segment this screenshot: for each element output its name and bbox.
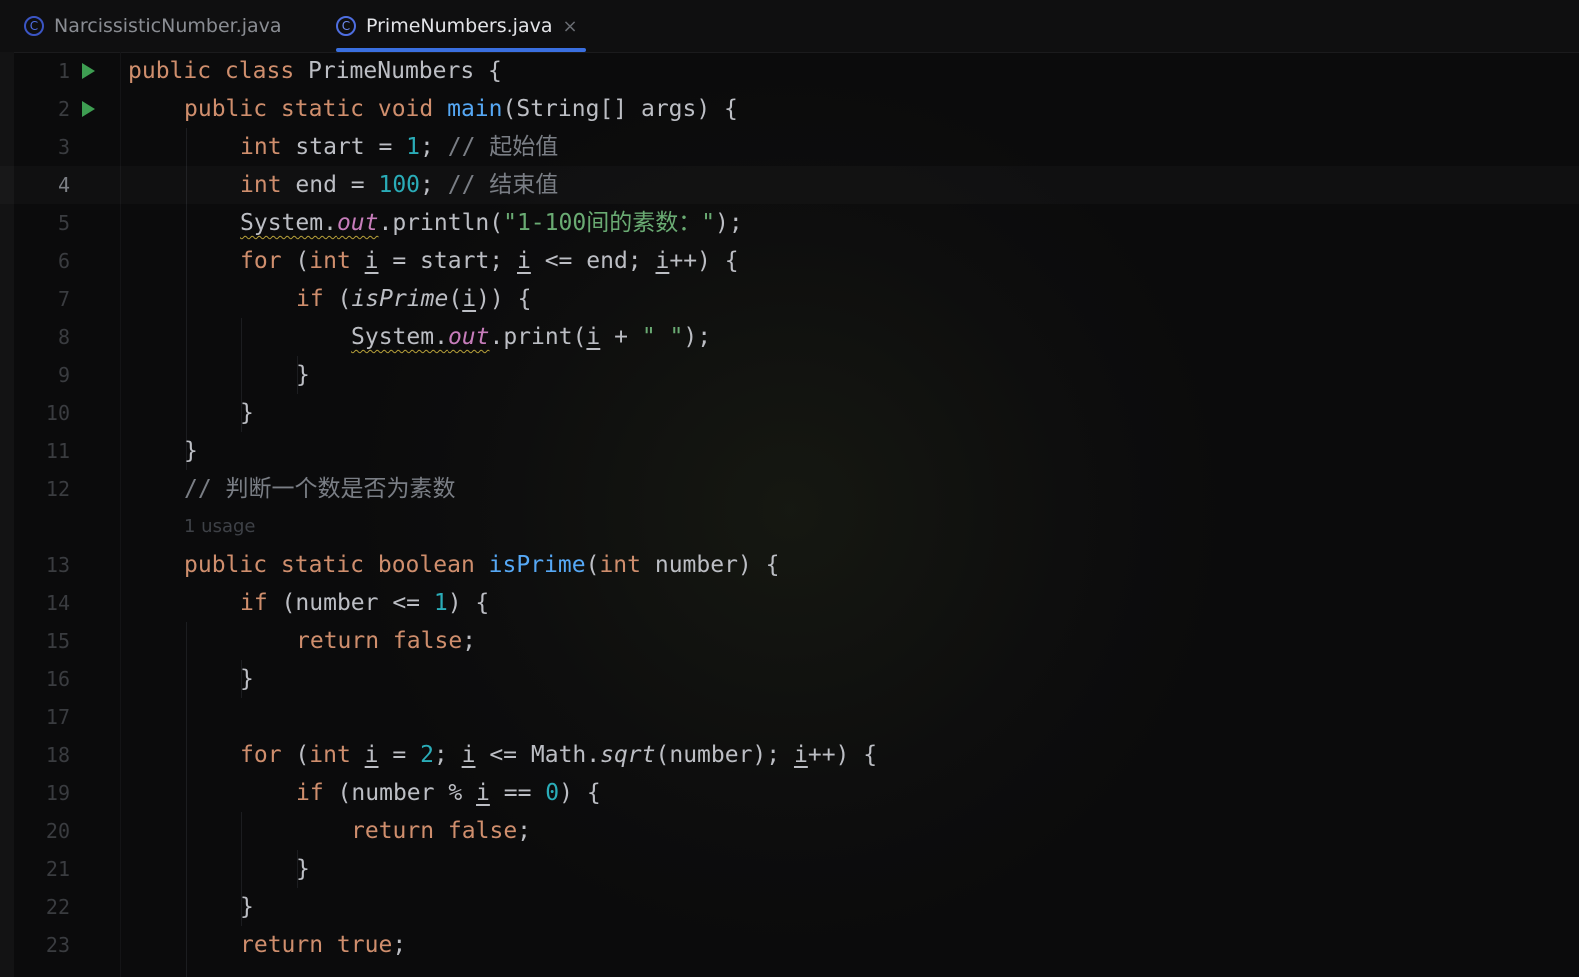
code-line: 14 if (number <= 1) {: [0, 584, 1579, 622]
line-number: 23: [45, 933, 70, 957]
code-text[interactable]: int end = 100; // 结束值: [240, 166, 558, 204]
line-number: 17: [45, 705, 70, 729]
code-text[interactable]: return true;: [240, 926, 406, 964]
line-number: 16: [45, 667, 70, 691]
code-line: 9 }: [0, 356, 1579, 394]
code-editor[interactable]: 1 public class PrimeNumbers { 2 public s…: [0, 52, 1579, 964]
line-number: 1: [57, 59, 70, 83]
code-text[interactable]: return false;: [351, 812, 531, 850]
code-text[interactable]: }: [296, 356, 310, 394]
tab-label: PrimeNumbers.java: [366, 15, 553, 37]
code-text[interactable]: public static boolean isPrime(int number…: [184, 546, 779, 584]
code-text[interactable]: if (number % i == 0) {: [296, 774, 601, 812]
line-number: 19: [45, 781, 70, 805]
code-text[interactable]: // 判断一个数是否为素数: [184, 470, 456, 508]
usages-hint[interactable]: 1 usage: [184, 508, 256, 546]
line-number: 15: [45, 629, 70, 653]
code-text[interactable]: }: [240, 394, 254, 432]
code-line: 13 public static boolean isPrime(int num…: [0, 546, 1579, 584]
code-line: 21 }: [0, 850, 1579, 888]
code-line: 20 return false;: [0, 812, 1579, 850]
code-text[interactable]: }: [240, 660, 254, 698]
code-line: 1 public class PrimeNumbers {: [0, 52, 1579, 90]
code-text[interactable]: }: [296, 850, 310, 888]
line-number: 2: [57, 97, 70, 121]
code-line: 7 if (isPrime(i)) {: [0, 280, 1579, 318]
run-icon[interactable]: [82, 101, 95, 117]
code-line: 2 public static void main(String[] args)…: [0, 90, 1579, 128]
line-number: 22: [45, 895, 70, 919]
code-text[interactable]: public static void main(String[] args) {: [184, 90, 738, 128]
tab-narcissisticnumber-java[interactable]: C NarcissisticNumber.java: [24, 0, 282, 52]
line-number: 20: [45, 819, 70, 843]
tab-primenumbers-java[interactable]: C PrimeNumbers.java ×: [336, 0, 586, 52]
line-number: 5: [57, 211, 70, 235]
code-text[interactable]: }: [184, 432, 198, 470]
line-number: 9: [57, 363, 70, 387]
code-line: 17: [0, 698, 1579, 736]
line-number: 11: [45, 439, 70, 463]
line-number: 12: [45, 477, 70, 501]
code-line: 23 return true;: [0, 926, 1579, 964]
line-number: 18: [45, 743, 70, 767]
code-line: 8 System.out.print(i + " ");: [0, 318, 1579, 356]
code-text[interactable]: System.out.print(i + " ");: [351, 318, 711, 356]
code-text[interactable]: int start = 1; // 起始值: [240, 128, 558, 166]
line-number: 14: [45, 591, 70, 615]
line-number: 6: [57, 249, 70, 273]
code-text[interactable]: if (number <= 1) {: [240, 584, 489, 622]
code-line: 19 if (number % i == 0) {: [0, 774, 1579, 812]
code-text[interactable]: if (isPrime(i)) {: [296, 280, 531, 318]
code-line: 16 }: [0, 660, 1579, 698]
code-text[interactable]: System.out.println("1-100间的素数：");: [240, 204, 743, 242]
line-number: 8: [57, 325, 70, 349]
run-icon[interactable]: [82, 63, 95, 79]
code-line: 3 int start = 1; // 起始值: [0, 128, 1579, 166]
close-icon[interactable]: ×: [562, 16, 577, 37]
line-number: 4: [57, 173, 70, 197]
code-text[interactable]: }: [240, 888, 254, 926]
line-number: 21: [45, 857, 70, 881]
class-icon: C: [24, 16, 44, 36]
code-text[interactable]: for (int i = 2; i <= Math.sqrt(number); …: [240, 736, 877, 774]
code-line: 11 }: [0, 432, 1579, 470]
class-icon: C: [336, 16, 356, 36]
line-number: 7: [57, 287, 70, 311]
code-text[interactable]: public class PrimeNumbers {: [128, 52, 502, 90]
editor-tab-bar: C NarcissisticNumber.java C PrimeNumbers…: [0, 0, 1579, 53]
line-number: 13: [45, 553, 70, 577]
code-line: 22 }: [0, 888, 1579, 926]
code-line-current: 4 int end = 100; // 结束值: [0, 166, 1579, 204]
tab-label: NarcissisticNumber.java: [54, 15, 282, 37]
line-number: 3: [57, 135, 70, 159]
line-number: 10: [45, 401, 70, 425]
code-line: 10 }: [0, 394, 1579, 432]
code-line: 5 System.out.println("1-100间的素数：");: [0, 204, 1579, 242]
code-line: 18 for (int i = 2; i <= Math.sqrt(number…: [0, 736, 1579, 774]
code-text[interactable]: return false;: [296, 622, 476, 660]
code-text[interactable]: for (int i = start; i <= end; i++) {: [240, 242, 739, 280]
code-line: 12 // 判断一个数是否为素数: [0, 470, 1579, 508]
inlay-hint-line: 1 usage: [0, 508, 1579, 546]
code-line: 6 for (int i = start; i <= end; i++) {: [0, 242, 1579, 280]
code-line: 15 return false;: [0, 622, 1579, 660]
